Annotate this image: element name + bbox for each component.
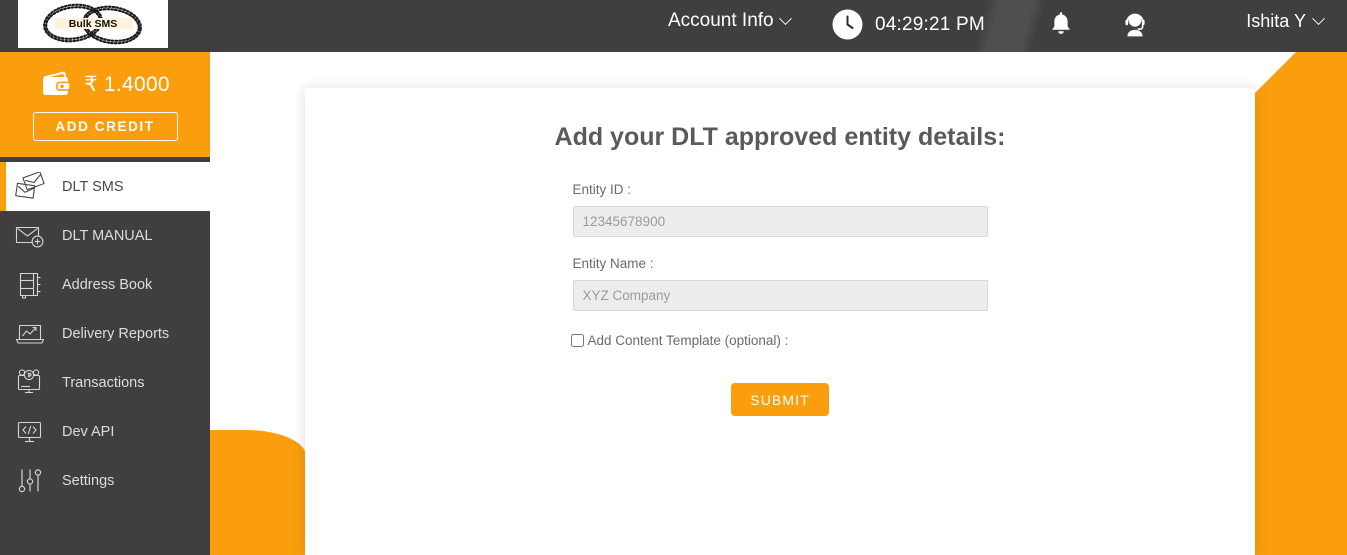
page-title: Add your DLT approved entity details: [554,123,1006,151]
sliders-icon [12,466,48,496]
add-credit-button[interactable]: ADD CREDIT [32,112,178,141]
entity-id-input[interactable] [572,206,988,237]
sidebar-item-label: Address Book [62,276,153,293]
bulk-sms-logo-icon: Bulk SMS [43,3,142,45]
sidebar-item-dlt-manual[interactable]: DLT MANUAL [0,211,210,260]
wallet-balance-row: ₹ 1.4000 [40,64,170,104]
add-content-template-checkbox[interactable] [570,334,584,347]
code-monitor-icon [12,418,48,446]
entity-name-input[interactable] [572,280,988,311]
clock-display: 04:29:21 PM [832,9,985,40]
sidebar-item-label: Settings [62,472,115,489]
envelopes-icon [12,171,48,202]
entity-id-label: Entity ID : [572,182,632,197]
app-logo[interactable]: Bulk SMS [18,0,168,48]
chevron-down-icon [778,11,792,25]
sidebar: ₹ 1.4000 ADD CREDIT DLT SMS DLT MANUAL A… [0,52,210,555]
top-header: Bulk SMS Account Info 04:29:21 PM Ishita… [0,0,1347,52]
wallet-icon [43,71,71,95]
chevron-down-icon [1312,12,1325,26]
monitor-currency-icon [12,368,48,398]
notifications-button[interactable] [1044,8,1078,47]
add-content-template-label[interactable]: Add Content Template (optional) : [588,333,789,348]
entity-form-card: Add your DLT approved entity details: En… [305,88,1255,555]
wallet-balance: ₹ 1.4000 [84,72,170,96]
entity-name-label: Entity Name : [572,256,654,271]
sidebar-item-label: Dev API [62,423,115,440]
support-button[interactable] [1118,8,1152,47]
user-menu[interactable]: Ishita Y [1246,11,1325,32]
sidebar-item-dev-api[interactable]: Dev API [0,407,210,456]
decorative-orange-left-shape [210,430,306,555]
entity-form: Entity ID : Entity Name : Add Content Te… [570,152,988,416]
account-info-label: Account Info [668,10,774,31]
user-name-label: Ishita Y [1246,11,1306,31]
sidebar-item-label: DLT SMS [62,178,124,195]
account-info-menu[interactable]: Account Info [668,10,792,32]
clock-icon [832,9,863,40]
content-template-row: Add Content Template (optional) : [570,333,988,348]
decorative-orange-right-panel [1255,52,1347,555]
current-time: 04:29:21 PM [875,13,985,35]
envelope-plus-icon [12,222,48,250]
bell-icon [1052,12,1070,34]
sidebar-item-address-book[interactable]: Address Book [0,260,210,309]
sidebar-item-transactions[interactable]: Transactions [0,358,210,407]
chart-laptop-icon [12,320,48,348]
wallet-panel: ₹ 1.4000 ADD CREDIT [0,52,210,157]
support-agent-icon [1125,13,1145,37]
logo-text: Bulk SMS [69,18,117,30]
sidebar-nav: DLT SMS DLT MANUAL Address Book Delivery… [0,157,210,505]
address-book-icon [12,270,48,300]
sidebar-item-settings[interactable]: Settings [0,456,210,505]
sidebar-item-label: DLT MANUAL [62,227,153,244]
field-spacer [573,237,988,256]
app-root: Bulk SMS Account Info 04:29:21 PM Ishita… [0,0,1347,555]
sidebar-item-label: Delivery Reports [62,325,170,342]
submit-row: SUBMIT [573,383,988,416]
sidebar-item-dlt-sms[interactable]: DLT SMS [0,162,210,211]
submit-button[interactable]: SUBMIT [731,383,829,416]
sidebar-item-label: Transactions [62,374,145,391]
sidebar-item-delivery-reports[interactable]: Delivery Reports [0,309,210,358]
